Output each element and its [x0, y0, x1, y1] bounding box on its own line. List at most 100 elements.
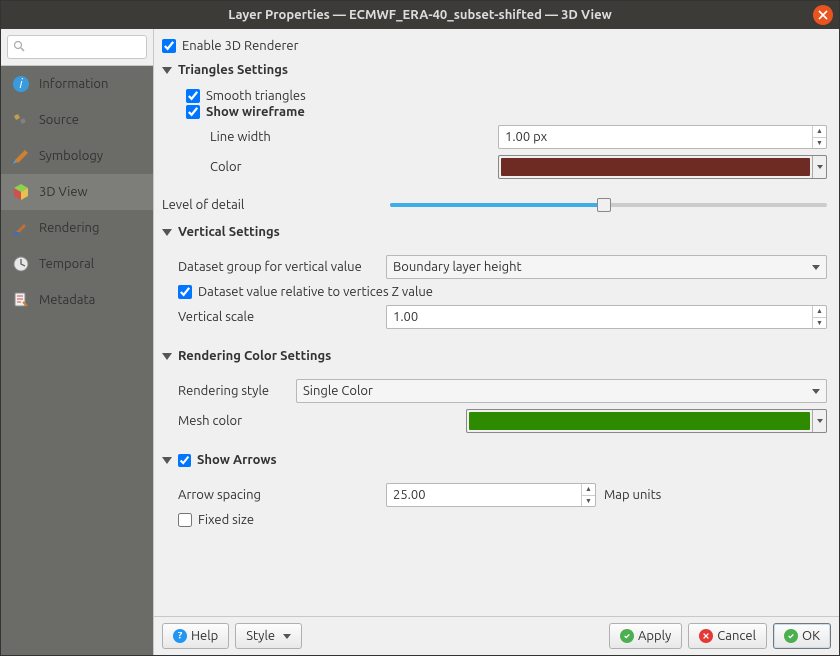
arrows-heading[interactable]: Show Arrows — [162, 453, 827, 467]
section-title: Triangles Settings — [178, 63, 288, 77]
chevron-down-icon — [283, 634, 291, 639]
rcolor-body: Rendering style Single Color Mesh color — [162, 369, 827, 443]
chevron-down-icon — [812, 389, 820, 394]
relative-z-input[interactable] — [178, 285, 192, 299]
nav: i Information Source Symbology 3D View — [1, 66, 153, 655]
sidebar-item-metadata[interactable]: Metadata — [1, 282, 153, 318]
help-label: Help — [191, 629, 218, 643]
linewidth-row: Line width ▲▼ — [210, 125, 827, 149]
symbology-icon — [11, 146, 31, 166]
style-label: Style — [246, 629, 275, 643]
vertical-scale-label: Vertical scale — [178, 310, 378, 324]
ok-button[interactable]: OK — [773, 623, 831, 649]
rendering-style-row: Rendering style Single Color — [178, 379, 827, 403]
section-title: Vertical Settings — [178, 225, 280, 239]
spin-up-icon[interactable]: ▲ — [581, 484, 595, 496]
help-icon: ? — [173, 629, 187, 643]
mesh-color-row: Mesh color — [178, 409, 827, 433]
spin-down-icon[interactable]: ▼ — [812, 138, 826, 149]
sidebar-item-source[interactable]: Source — [1, 102, 153, 138]
window: Layer Properties — ECMWF_ERA-40_subset-s… — [0, 0, 840, 656]
help-button[interactable]: ? Help — [162, 623, 229, 649]
apply-button[interactable]: Apply — [609, 623, 682, 649]
cancel-icon — [699, 629, 713, 643]
cancel-label: Cancel — [717, 629, 756, 643]
wire-color-label: Color — [210, 160, 490, 174]
svg-text:?: ? — [178, 632, 183, 640]
chevron-down-icon — [812, 265, 820, 270]
spin-down-icon[interactable]: ▼ — [581, 496, 595, 507]
fixed-size-input[interactable] — [178, 513, 192, 527]
ok-label: OK — [802, 629, 820, 643]
section-title: Rendering Color Settings — [178, 349, 331, 363]
smooth-triangles-input[interactable] — [186, 89, 200, 103]
style-button[interactable]: Style — [235, 623, 302, 649]
mesh-color-label: Mesh color — [178, 414, 458, 428]
arrow-spacing-row: Arrow spacing ▲▼ Map units — [178, 483, 827, 507]
check-icon — [784, 629, 798, 643]
dataset-group-combo[interactable]: Boundary layer height — [386, 255, 827, 279]
smooth-triangles-checkbox[interactable]: Smooth triangles — [186, 89, 827, 103]
mesh-color-button[interactable] — [466, 409, 827, 433]
fixed-size-label: Fixed size — [198, 513, 254, 527]
sidebar-item-label: 3D View — [39, 185, 88, 199]
search-input[interactable] — [7, 35, 147, 59]
show-arrows-input[interactable] — [178, 454, 191, 467]
vertical-scale-row: Vertical scale ▲▼ — [178, 305, 827, 329]
sidebar-item-3dview[interactable]: 3D View — [1, 174, 153, 210]
show-wireframe-label: Show wireframe — [206, 105, 305, 119]
sidebar-item-rendering[interactable]: Rendering — [1, 210, 153, 246]
spin-up-icon[interactable]: ▲ — [812, 306, 826, 318]
color-dropdown-icon[interactable] — [812, 156, 826, 178]
sidebar-item-information[interactable]: i Information — [1, 66, 153, 102]
sidebar-item-symbology[interactable]: Symbology — [1, 138, 153, 174]
sidebar-item-label: Rendering — [39, 221, 99, 235]
vertical-scale-field[interactable]: ▲▼ — [386, 305, 827, 329]
lod-slider[interactable] — [390, 195, 827, 215]
spin-up-icon[interactable]: ▲ — [812, 126, 826, 138]
rendering-style-value: Single Color — [303, 384, 373, 398]
wire-color-swatch — [501, 158, 810, 176]
vertical-scale-input[interactable] — [386, 305, 827, 329]
slider-thumb[interactable] — [597, 198, 611, 212]
collapse-icon — [162, 67, 172, 74]
cube-icon — [11, 182, 31, 202]
rendering-style-combo[interactable]: Single Color — [296, 379, 827, 403]
wire-color-button[interactable] — [498, 155, 827, 179]
vertical-heading[interactable]: Vertical Settings — [162, 225, 827, 239]
dataset-group-label: Dataset group for vertical value — [178, 260, 378, 274]
arrow-spacing-field[interactable]: ▲▼ — [386, 483, 596, 507]
linewidth-input[interactable] — [498, 125, 827, 149]
body: i Information Source Symbology 3D View — [1, 29, 839, 655]
close-icon — [818, 10, 828, 20]
arrow-spacing-input[interactable] — [386, 483, 596, 507]
show-wireframe-input[interactable] — [186, 105, 200, 119]
apply-label: Apply — [638, 629, 671, 643]
enable-3d-checkbox[interactable]: Enable 3D Renderer — [162, 39, 827, 53]
collapse-icon — [162, 457, 172, 464]
titlebar: Layer Properties — ECMWF_ERA-40_subset-s… — [1, 1, 839, 29]
sidebar-item-label: Information — [39, 77, 108, 91]
show-wireframe-checkbox[interactable]: Show wireframe — [186, 105, 827, 119]
enable-3d-input[interactable] — [162, 39, 176, 53]
footer: ? Help Style Apply Cancel — [154, 616, 839, 655]
sidebar-item-temporal[interactable]: Temporal — [1, 246, 153, 282]
sidebar-item-label: Temporal — [39, 257, 94, 271]
metadata-icon — [11, 290, 31, 310]
triangles-heading[interactable]: Triangles Settings — [162, 63, 827, 77]
sidebar-item-label: Source — [39, 113, 79, 127]
rcolor-heading[interactable]: Rendering Color Settings — [162, 349, 827, 363]
search-icon — [13, 40, 25, 52]
triangles-body: Smooth triangles Show wireframe Line wid… — [162, 83, 827, 189]
color-dropdown-icon[interactable] — [812, 410, 826, 432]
wire-color-row: Color — [210, 155, 827, 179]
cancel-button[interactable]: Cancel — [688, 623, 767, 649]
content: Enable 3D Renderer Triangles Settings Sm… — [154, 29, 839, 616]
lod-row: Level of detail — [162, 195, 827, 215]
linewidth-field[interactable]: ▲▼ — [498, 125, 827, 149]
mesh-color-swatch — [469, 412, 810, 430]
relative-z-checkbox[interactable]: Dataset value relative to vertices Z val… — [178, 285, 827, 299]
close-button[interactable] — [813, 5, 833, 25]
fixed-size-checkbox[interactable]: Fixed size — [178, 513, 827, 527]
spin-down-icon[interactable]: ▼ — [812, 318, 826, 329]
